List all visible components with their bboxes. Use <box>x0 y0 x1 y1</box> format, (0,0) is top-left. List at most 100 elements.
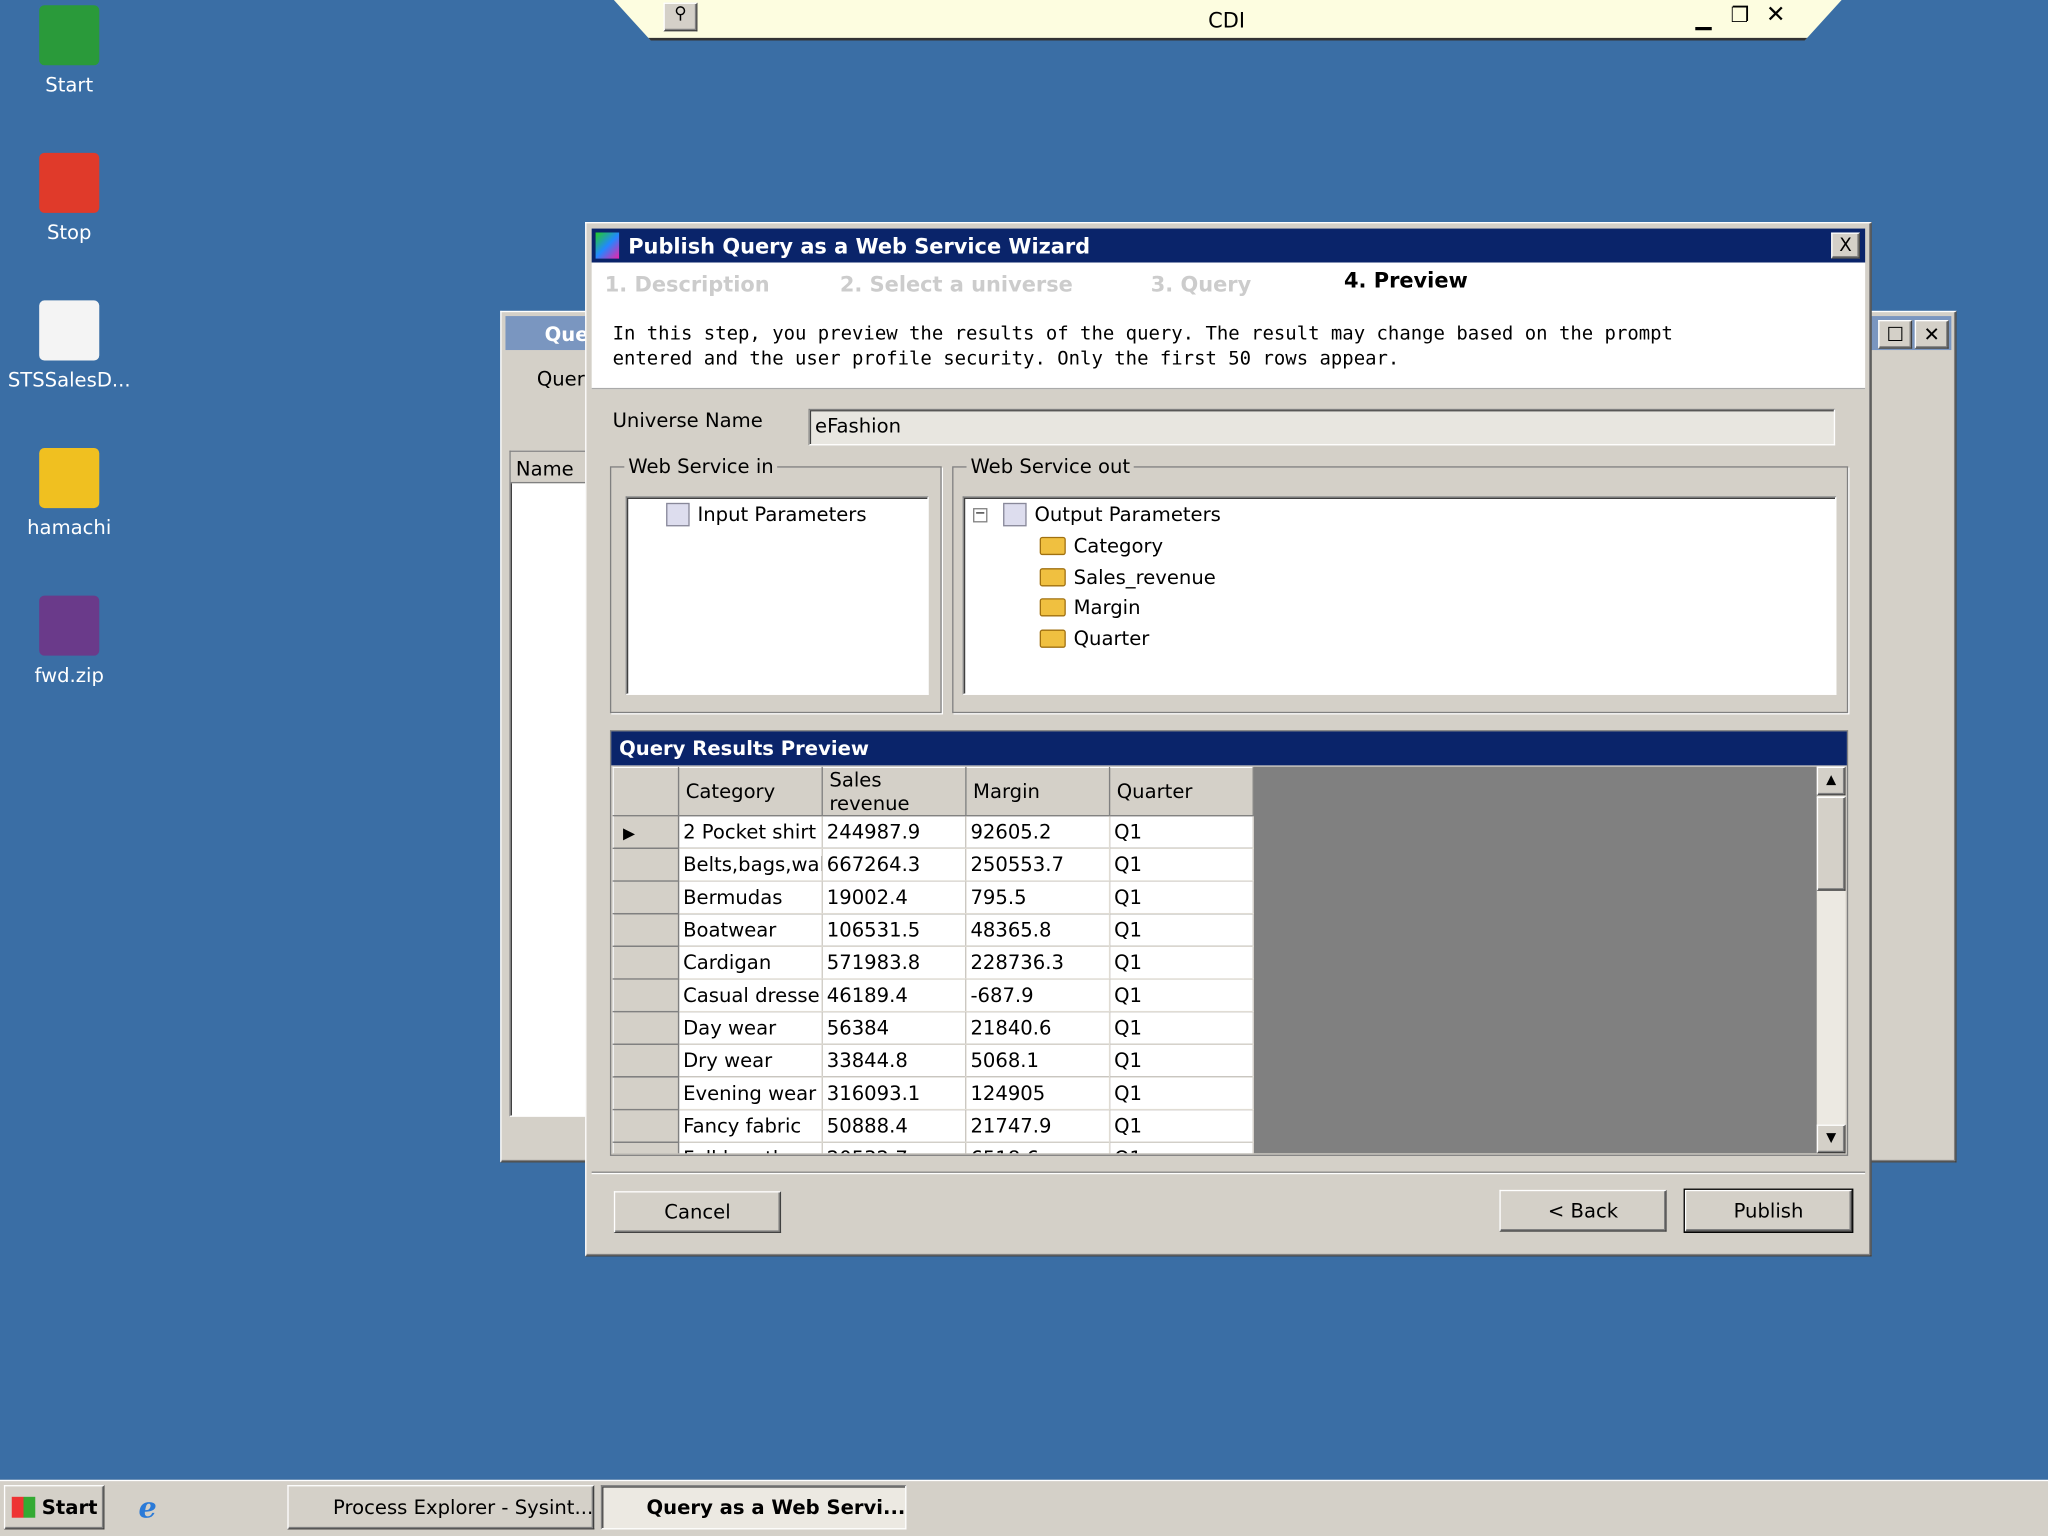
table-cell[interactable]: 21747.9 <box>965 1108 1111 1143</box>
row-header[interactable] <box>612 847 680 882</box>
table-cell[interactable]: Full length <box>677 1141 823 1154</box>
cancel-button[interactable]: Cancel <box>613 1191 782 1233</box>
table-row[interactable]: Fancy fabric 50888.4 21747.9 Q1 <box>612 1108 1254 1143</box>
minimize-icon[interactable]: ▁ <box>1695 5 1711 30</box>
table-cell[interactable]: Casual dresse <box>677 978 823 1013</box>
output-parameter-node[interactable]: Category <box>1039 534 1163 558</box>
table-cell[interactable]: Q1 <box>1108 945 1254 980</box>
scroll-up-button[interactable]: ▲ <box>1816 766 1846 796</box>
table-cell[interactable]: 50888.4 <box>821 1108 967 1143</box>
table-cell[interactable]: Fancy fabric <box>677 1108 823 1143</box>
scroll-down-button[interactable]: ▼ <box>1816 1124 1846 1154</box>
column-header[interactable]: Margin <box>965 766 1111 817</box>
row-header[interactable] <box>612 912 680 947</box>
back-button[interactable]: < Back <box>1499 1189 1667 1232</box>
table-cell[interactable]: Evening wear <box>677 1076 823 1111</box>
taskbar-process-explorer[interactable]: Process Explorer - Sysint... <box>287 1485 595 1530</box>
bg-tree[interactable]: Name <box>509 450 588 1117</box>
bg-close-button[interactable]: ✕ <box>1914 319 1949 349</box>
table-cell[interactable]: Q1 <box>1108 912 1254 947</box>
table-row[interactable]: Cardigan 571983.8 228736.3 Q1 <box>612 945 1254 980</box>
column-header[interactable]: Category <box>677 766 823 817</box>
table-cell[interactable]: 48365.8 <box>965 912 1111 947</box>
table-row[interactable]: Evening wear 316093.1 124905 Q1 <box>612 1076 1254 1111</box>
table-cell[interactable]: Cardigan <box>677 945 823 980</box>
table-cell[interactable]: Q1 <box>1108 1043 1254 1078</box>
start-button[interactable]: Start <box>3 1485 105 1530</box>
table-cell[interactable]: 250553.7 <box>965 847 1111 882</box>
table-cell[interactable]: Boatwear <box>677 912 823 947</box>
table-cell[interactable]: 46189.4 <box>821 978 967 1013</box>
table-row[interactable]: Day wear 56384 21840.6 Q1 <box>612 1010 1254 1045</box>
table-cell[interactable]: 5068.1 <box>965 1043 1111 1078</box>
table-cell[interactable]: 795.5 <box>965 880 1111 915</box>
table-cell[interactable]: 571983.8 <box>821 945 967 980</box>
output-parameters-node[interactable]: Output Parameters <box>1003 502 1221 527</box>
row-header[interactable] <box>612 1043 680 1078</box>
table-cell[interactable]: 228736.3 <box>965 945 1111 980</box>
table-cell[interactable]: Q1 <box>1108 1141 1254 1154</box>
row-header[interactable] <box>612 945 680 980</box>
internet-explorer-icon[interactable]: ℯ <box>138 1493 156 1526</box>
collapse-icon[interactable]: − <box>973 507 988 523</box>
table-row[interactable]: Bermudas 19002.4 795.5 Q1 <box>612 880 1254 915</box>
desktop-icon[interactable]: Start <box>4 5 135 97</box>
output-parameter-node[interactable]: Quarter <box>1039 626 1149 650</box>
taskbar-query-web-service[interactable]: Query as a Web Servi... <box>600 1485 907 1530</box>
table-cell[interactable]: Q1 <box>1108 815 1254 849</box>
table-cell[interactable]: Belts,bags,wal <box>677 847 823 882</box>
table-cell[interactable]: 33844.8 <box>821 1043 967 1078</box>
desktop-icon[interactable]: hamachi <box>4 447 135 539</box>
universe-name-field[interactable]: eFashion <box>808 408 1836 446</box>
output-parameter-node[interactable]: Margin <box>1039 596 1141 619</box>
table-cell[interactable]: Q1 <box>1108 880 1254 915</box>
table-cell[interactable]: 6518.6 <box>965 1141 1111 1154</box>
row-header[interactable] <box>612 1010 680 1045</box>
table-cell[interactable]: 244987.9 <box>821 815 967 849</box>
desktop-icon[interactable]: Stop <box>4 152 135 244</box>
table-cell[interactable]: 19002.4 <box>821 880 967 915</box>
table-cell[interactable]: Q1 <box>1108 847 1254 882</box>
table-cell[interactable]: 2 Pocket shirt <box>677 815 823 849</box>
table-cell[interactable]: Dry wear <box>677 1043 823 1078</box>
publish-button[interactable]: Publish <box>1683 1188 1854 1233</box>
table-row[interactable]: Boatwear 106531.5 48365.8 Q1 <box>612 912 1254 947</box>
table-cell[interactable]: 667264.3 <box>821 847 967 882</box>
table-cell[interactable]: Q1 <box>1108 1076 1254 1111</box>
bg-maximize-button[interactable]: ☐ <box>1878 319 1913 349</box>
table-row[interactable]: Casual dresse 46189.4 -687.9 Q1 <box>612 978 1254 1013</box>
table-cell[interactable]: Bermudas <box>677 880 823 915</box>
restore-icon[interactable]: ❐ <box>1731 3 1750 28</box>
table-cell[interactable]: Q1 <box>1108 978 1254 1013</box>
bg-window-menu[interactable]: Quer <box>537 367 585 391</box>
table-cell[interactable]: 20532.7 <box>821 1141 967 1154</box>
input-parameters-node[interactable]: Input Parameters <box>666 502 867 527</box>
table-cell[interactable]: 316093.1 <box>821 1076 967 1111</box>
desktop-icon[interactable]: fwd.zip <box>4 595 135 687</box>
row-header[interactable] <box>612 1141 680 1154</box>
table-cell[interactable]: 124905 <box>965 1076 1111 1111</box>
table-row[interactable]: ▶ 2 Pocket shirt 244987.9 92605.2 Q1 <box>612 815 1254 849</box>
column-header[interactable]: Quarter <box>1108 766 1254 817</box>
row-header[interactable] <box>612 1076 680 1111</box>
table-row[interactable]: Dry wear 33844.8 5068.1 Q1 <box>612 1043 1254 1078</box>
row-header[interactable] <box>612 978 680 1013</box>
pin-icon[interactable]: ⚲ <box>663 2 698 32</box>
table-cell[interactable]: 106531.5 <box>821 912 967 947</box>
table-cell[interactable]: 92605.2 <box>965 815 1111 849</box>
close-icon[interactable]: ✕ <box>1766 1 1786 28</box>
row-header[interactable] <box>612 1108 680 1143</box>
row-header[interactable] <box>612 880 680 915</box>
results-grid[interactable]: Category Sales revenue Margin Quarter ▶ 2 Poc… <box>612 766 1817 1154</box>
row-header[interactable]: ▶ <box>612 815 680 849</box>
table-cell[interactable]: 56384 <box>821 1010 967 1045</box>
output-parameter-node[interactable]: Sales_revenue <box>1039 565 1216 588</box>
column-header[interactable]: Sales revenue <box>821 766 967 817</box>
table-cell[interactable]: Q1 <box>1108 1010 1254 1045</box>
vertical-scrollbar[interactable]: ▲ ▼ <box>1816 766 1846 1154</box>
dialog-close-button[interactable]: X <box>1831 232 1860 259</box>
table-cell[interactable]: 21840.6 <box>965 1010 1111 1045</box>
table-cell[interactable]: -687.9 <box>965 978 1111 1013</box>
input-tree[interactable]: Input Parameters <box>625 496 929 695</box>
output-tree[interactable]: − Output Parameters Category Sales_revenu… <box>962 496 1837 695</box>
